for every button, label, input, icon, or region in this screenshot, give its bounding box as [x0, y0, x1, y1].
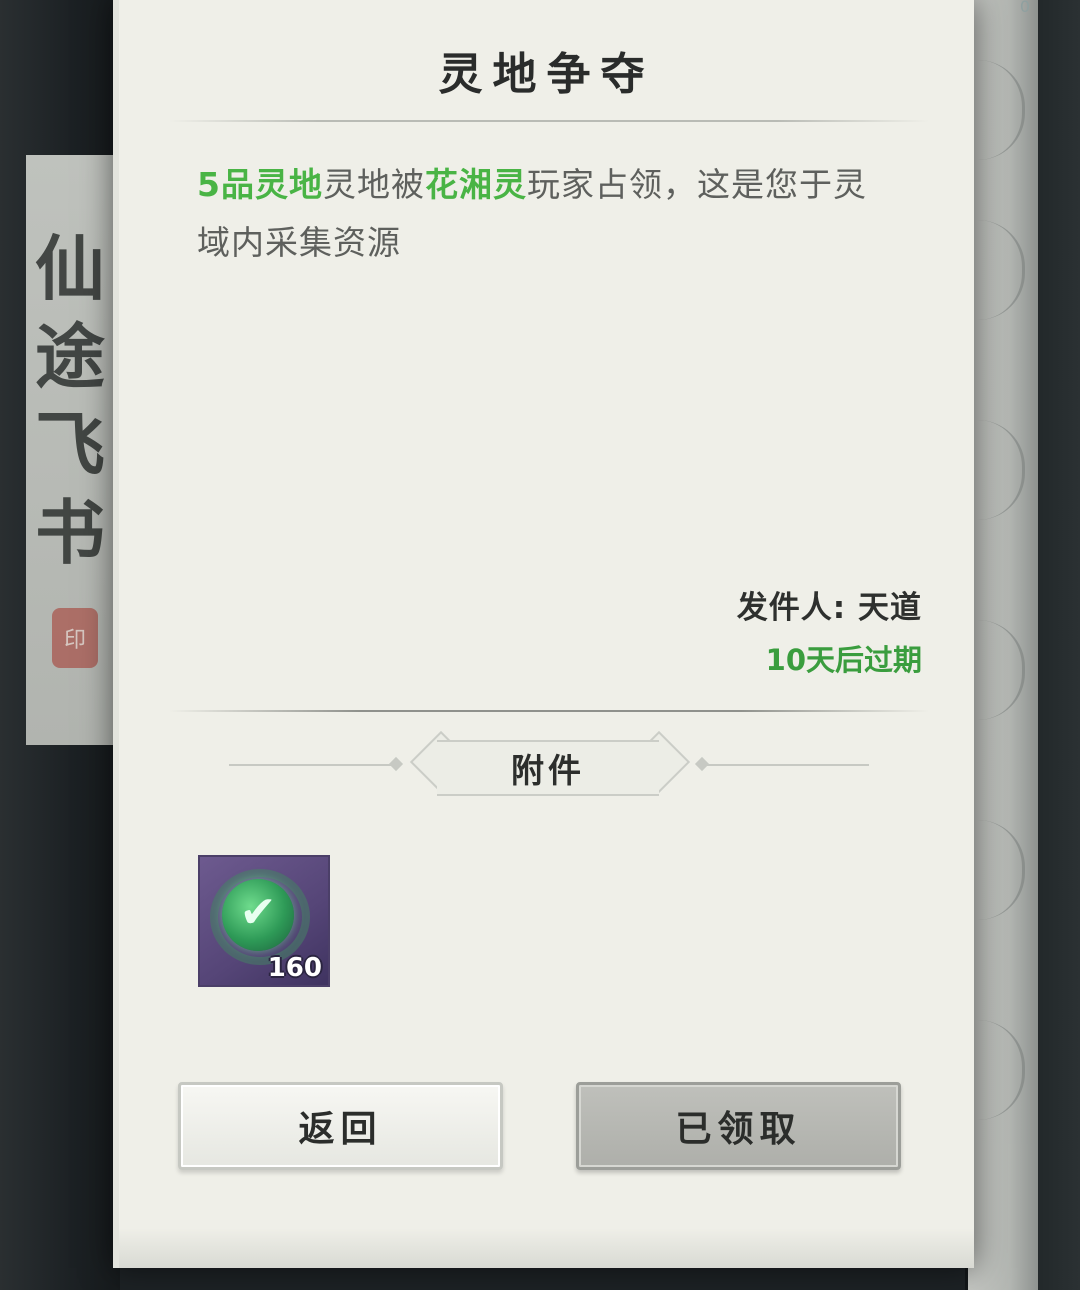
background-scroll-title: 仙途飞书: [35, 227, 105, 574]
title-divider: [169, 120, 929, 122]
attachment-ornament-left: [388, 756, 404, 772]
green-check-token-icon: [222, 879, 294, 951]
player-name: 花湘灵: [424, 165, 527, 204]
back-button[interactable]: 返回: [178, 1082, 503, 1170]
corner-text: 0: [1019, 0, 1031, 16]
mail-body: 5品灵地灵地被花湘灵玩家占领，这是您于灵域内采集资源: [197, 156, 887, 272]
mail-expiry: 10天后过期: [765, 643, 922, 677]
item-count: 160: [267, 953, 322, 983]
mail-sender: 发件人: 天道: [736, 590, 922, 626]
body-text-1: 灵地被: [322, 165, 425, 204]
mail-title: 灵地争夺: [438, 49, 655, 100]
claimed-button[interactable]: 已领取: [576, 1082, 901, 1170]
attachment-line-left: [229, 764, 399, 766]
attachment-line-right: [699, 764, 869, 766]
content-divider: [169, 710, 929, 712]
mail-panel: 灵地争夺 5品灵地灵地被花湘灵玩家占领，这是您于灵域内采集资源 发件人: 天道 …: [113, 0, 974, 1268]
attachment-item[interactable]: 160: [198, 855, 330, 987]
land-grade: 5品灵地: [197, 165, 323, 204]
attachment-ornament-right: [694, 756, 710, 772]
seal-stamp-icon: 印: [52, 608, 98, 668]
background-paper-edge: [968, 0, 1038, 1290]
attachment-label: 附件: [437, 740, 659, 796]
